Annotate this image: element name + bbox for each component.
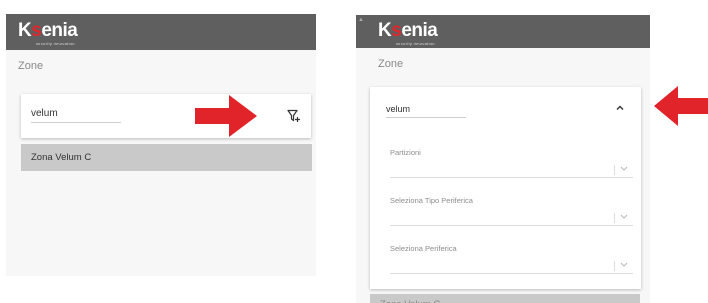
- partizioni-select[interactable]: [390, 162, 633, 178]
- ksenia-logo: Ksenia: [18, 20, 78, 41]
- tipo-periferica-select[interactable]: [390, 210, 633, 226]
- page-title: Zone: [378, 58, 404, 70]
- filter-card-expanded: Partizioni Seleziona Tipo Periferica Sel…: [370, 87, 641, 289]
- app-header: Ksenia security innovation: [356, 15, 650, 48]
- select-separator: [614, 261, 615, 271]
- tipo-periferica-field: Seleziona Tipo Periferica: [390, 196, 643, 226]
- zone-list-item[interactable]: Zona Velum C: [21, 144, 312, 171]
- periferica-select[interactable]: [390, 258, 633, 274]
- chevron-down-icon: [620, 214, 628, 219]
- scroll-up-icon[interactable]: ▲: [358, 17, 364, 23]
- app-header: Ksenia security innovation: [6, 14, 316, 50]
- app-panel-expanded: Ksenia security innovation Zone Partizio…: [356, 15, 650, 303]
- field-label: Partizioni: [390, 148, 421, 157]
- search-input[interactable]: [31, 108, 121, 123]
- periferica-field: Seleziona Periferica: [390, 244, 643, 274]
- select-underline: [390, 273, 633, 274]
- field-label: Seleziona Tipo Periferica: [390, 196, 473, 205]
- logo-tagline: security innovation: [396, 41, 435, 46]
- chevron-down-icon: [620, 166, 628, 171]
- annotation-arrow-left-icon: [654, 86, 708, 126]
- select-underline: [390, 177, 633, 178]
- partizioni-field: Partizioni: [390, 148, 643, 178]
- field-label: Seleziona Periferica: [390, 244, 457, 253]
- zone-list-item[interactable]: Zona Velum C: [370, 294, 640, 303]
- app-panel-collapsed: Ksenia security innovation Zone Zona Vel…: [6, 14, 316, 276]
- ksenia-logo: Ksenia: [378, 20, 438, 41]
- annotation-arrow-right-icon: [195, 95, 257, 137]
- filter-card: [21, 94, 311, 138]
- search-input[interactable]: [386, 104, 466, 118]
- page-title: Zone: [18, 60, 44, 72]
- select-underline: [390, 225, 633, 226]
- chevron-up-icon: [616, 105, 624, 110]
- filter-add-button[interactable]: [285, 107, 303, 125]
- filter-add-icon: [287, 109, 300, 122]
- select-separator: [614, 165, 615, 175]
- logo-tagline: security innovation: [36, 41, 75, 46]
- select-separator: [614, 213, 615, 223]
- collapse-filter-button[interactable]: [613, 101, 627, 115]
- chevron-down-icon: [620, 262, 628, 267]
